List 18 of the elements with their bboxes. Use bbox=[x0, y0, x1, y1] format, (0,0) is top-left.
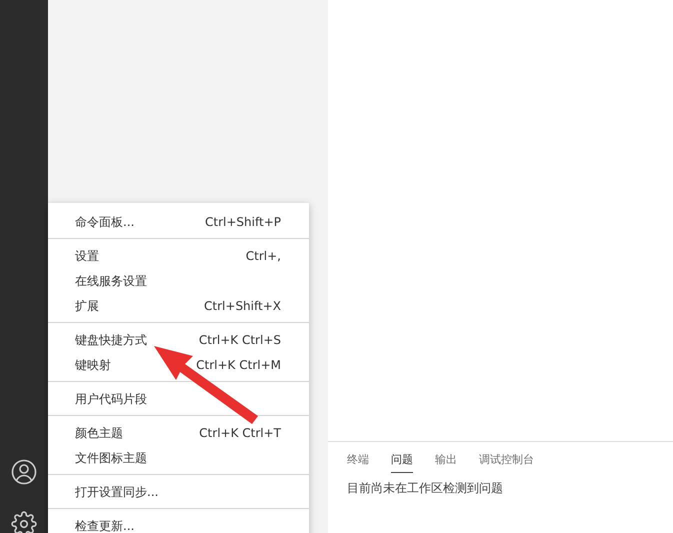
menu-item[interactable]: 命令面板... Ctrl+Shift+P bbox=[48, 209, 309, 234]
panel-message: 目前尚未在工作区检测到问题 bbox=[347, 480, 504, 496]
panel-tab[interactable]: 调试控制台 bbox=[479, 452, 534, 472]
menu-item[interactable]: 扩展 Ctrl+Shift+X bbox=[48, 293, 309, 318]
menu-item[interactable]: 颜色主题 Ctrl+K Ctrl+T bbox=[48, 420, 309, 445]
menu-item[interactable]: 键映射 Ctrl+K Ctrl+M bbox=[48, 352, 309, 377]
panel-tab[interactable]: 问题 bbox=[391, 452, 413, 472]
account-icon[interactable] bbox=[11, 459, 37, 485]
menu-item[interactable]: 文件图标主题 bbox=[48, 445, 309, 470]
menu-item[interactable]: 用户代码片段 bbox=[48, 386, 309, 411]
panel-tab[interactable]: 终端 bbox=[347, 452, 369, 472]
menu-item[interactable]: 在线服务设置 bbox=[48, 268, 309, 293]
settings-icon[interactable] bbox=[11, 511, 37, 533]
panel-tab[interactable]: 输出 bbox=[435, 452, 457, 472]
menu-item[interactable]: 键盘快捷方式 Ctrl+K Ctrl+S bbox=[48, 327, 309, 352]
menu-item[interactable]: 检查更新... bbox=[48, 513, 309, 533]
menu-item[interactable]: 设置 Ctrl+, bbox=[48, 243, 309, 268]
menu-item[interactable]: 打开设置同步... bbox=[48, 479, 309, 504]
